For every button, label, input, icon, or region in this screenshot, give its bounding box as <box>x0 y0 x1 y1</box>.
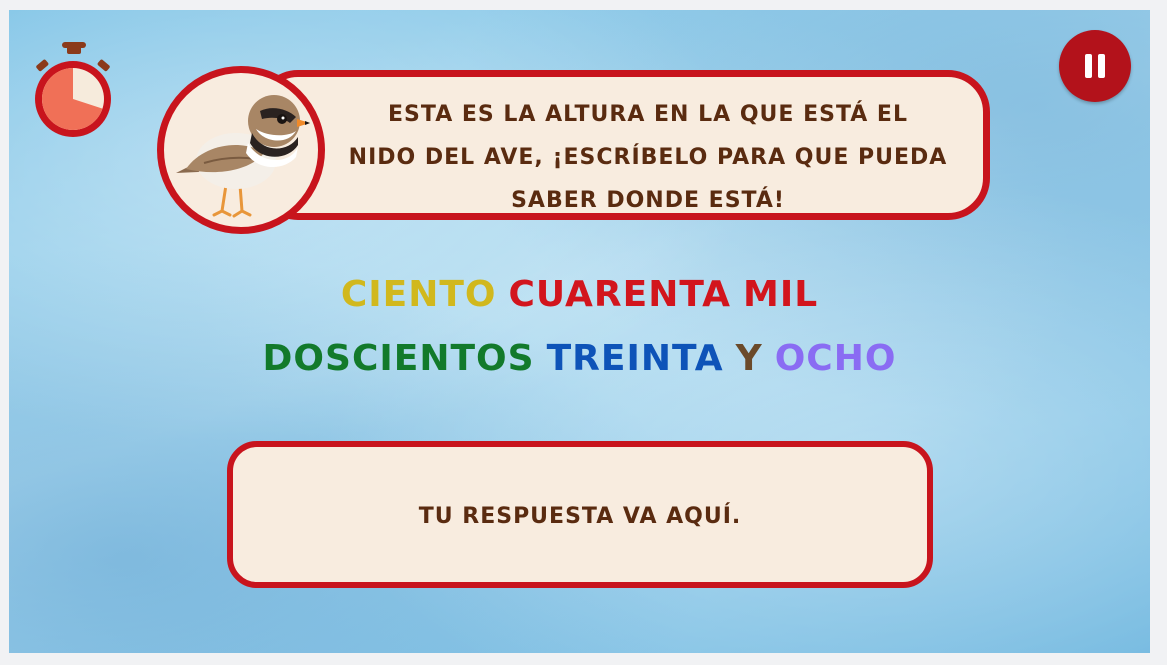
pause-icon <box>1098 54 1105 78</box>
plover-bird-icon <box>176 95 310 218</box>
word-y: y <box>735 338 763 379</box>
game-stage: Esta es la altura en la que está el nido… <box>9 10 1150 653</box>
word-ciento: Ciento <box>340 274 497 315</box>
stopwatch-icon <box>31 42 115 142</box>
number-words-line-1: Ciento cuarenta mil <box>9 274 1150 315</box>
instruction-text: Esta es la altura en la que está el nido… <box>323 93 973 222</box>
instruction-line-2: nido del ave, ¡escríbelo para que pueda <box>348 145 948 170</box>
number-words-line-2: doscientos treinta y ocho <box>9 338 1150 379</box>
pause-button[interactable] <box>1059 30 1131 102</box>
answer-box[interactable]: Tu respuesta va aquí. <box>227 441 933 588</box>
pause-icon <box>1085 54 1092 78</box>
answer-input[interactable]: Tu respuesta va aquí. <box>233 504 927 529</box>
instruction-line-1: Esta es la altura en la que está el <box>388 102 908 127</box>
instruction-bubble: Esta es la altura en la que está el nido… <box>256 70 990 220</box>
word-cuarenta: cuarenta <box>508 274 731 315</box>
bird-avatar <box>157 66 325 234</box>
word-ocho: ocho <box>774 338 897 379</box>
instruction-line-3: saber donde está! <box>511 188 785 213</box>
word-doscientos: doscientos <box>262 338 535 379</box>
word-mil: mil <box>743 274 819 315</box>
word-treinta: treinta <box>546 338 724 379</box>
